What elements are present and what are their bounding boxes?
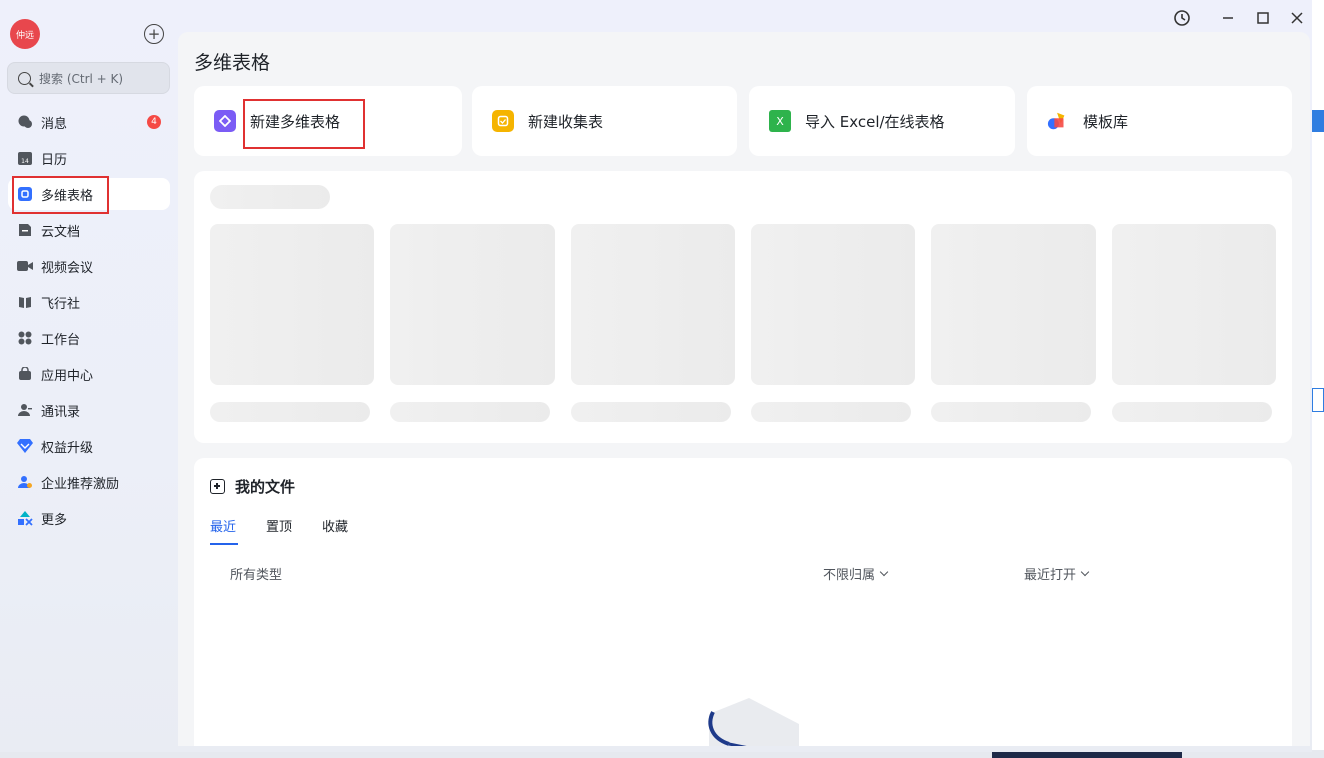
close-icon (1291, 12, 1303, 24)
sidebar-item-label: 工作台 (41, 332, 81, 348)
skeleton-caption (210, 402, 370, 422)
folder-add-icon (210, 479, 225, 494)
minimize-button[interactable] (1218, 8, 1238, 28)
sidebar-item-contacts[interactable]: 通讯录 (8, 394, 170, 426)
owner-filter[interactable]: 不限归属 (823, 564, 889, 583)
type-filter-label: 所有类型 (230, 568, 283, 583)
maximize-icon (1257, 12, 1269, 24)
skeleton-card (751, 224, 915, 385)
background-window-strip (1312, 0, 1324, 758)
my-files-header: 我的文件 (210, 476, 295, 497)
highlight-box (243, 99, 365, 149)
skeleton-caption (390, 402, 550, 422)
sidebar-item-messages[interactable]: 消息 4 (8, 106, 170, 138)
history-button[interactable] (1172, 8, 1192, 28)
plus-icon: + (147, 24, 161, 43)
bitable-icon (214, 110, 236, 132)
skeleton-card (931, 224, 1096, 385)
highlight-box (12, 176, 109, 214)
sidebar-item-label: 视频会议 (41, 260, 94, 276)
skeleton-caption (571, 402, 731, 422)
sidebar-item-label: 消息 (41, 116, 68, 132)
action-label: 模板库 (1083, 112, 1129, 131)
page-title: 多维表格 (194, 52, 271, 74)
action-label: 新建收集表 (528, 112, 604, 131)
sidebar-item-label: 日历 (41, 152, 68, 168)
type-filter[interactable]: 所有类型 (230, 564, 282, 583)
owner-filter-label: 不限归属 (823, 568, 876, 583)
active-tab-indicator (210, 543, 238, 545)
sidebar-item-feixingshe[interactable]: 飞行社 (8, 286, 170, 318)
sort-filter[interactable]: 最近打开 (1024, 564, 1090, 583)
skeleton-caption (1112, 402, 1272, 422)
more-apps-icon (17, 510, 33, 526)
template-library-card[interactable]: 模板库 (1027, 86, 1292, 156)
history-icon (1174, 10, 1190, 26)
sort-filter-label: 最近打开 (1024, 568, 1077, 583)
sidebar-item-label: 企业推荐激励 (41, 476, 120, 492)
skeleton-card (390, 224, 555, 385)
diamond-icon (17, 438, 33, 454)
sidebar-item-more[interactable]: 更多 (8, 502, 170, 534)
my-files-title: 我的文件 (235, 478, 296, 496)
sidebar-item-calendar[interactable]: 14 日历 (8, 142, 170, 174)
sidebar: 仲远 + 搜索 (Ctrl + K) 消息 4 14 日历 多维表格 云文档 视… (0, 0, 178, 752)
background-outline-block (1312, 388, 1324, 412)
tab-pinned[interactable]: 置顶 (266, 516, 292, 535)
background-blue-block (1312, 110, 1324, 132)
search-input[interactable]: 搜索 (Ctrl + K) (7, 62, 170, 94)
sidebar-item-label: 权益升级 (41, 440, 94, 456)
shopping-bag-icon (17, 366, 33, 382)
tab-recent[interactable]: 最近 (210, 516, 236, 535)
sidebar-item-docs[interactable]: 云文档 (8, 214, 170, 246)
contacts-icon (17, 402, 33, 418)
sidebar-item-label: 飞行社 (41, 296, 81, 312)
excel-icon: X (769, 110, 791, 132)
skeleton-card (210, 224, 374, 385)
template-icon (1047, 110, 1069, 132)
search-icon (18, 71, 31, 85)
docs-icon (17, 222, 33, 238)
sidebar-item-workbench[interactable]: 工作台 (8, 322, 170, 354)
unread-badge: 4 (147, 115, 161, 129)
new-form-card[interactable]: 新建收集表 (472, 86, 737, 156)
search-placeholder: 搜索 (Ctrl + K) (39, 71, 124, 86)
user-reward-icon (17, 474, 33, 490)
sidebar-item-label: 云文档 (41, 224, 81, 240)
sidebar-item-video-meeting[interactable]: 视频会议 (8, 250, 170, 282)
avatar-text: 仲远 (15, 30, 34, 41)
app-window: 仲远 + 搜索 (Ctrl + K) 消息 4 14 日历 多维表格 云文档 视… (0, 0, 1312, 752)
chevron-down-icon (1080, 567, 1090, 576)
sidebar-item-label: 通讯录 (41, 404, 81, 420)
sidebar-item-referral[interactable]: 企业推荐激励 (8, 466, 170, 498)
action-label: 导入 Excel/在线表格 (805, 112, 945, 131)
recommendation-skeleton (194, 171, 1292, 443)
sidebar-item-app-center[interactable]: 应用中心 (8, 358, 170, 390)
skeleton-card (571, 224, 735, 385)
form-icon (492, 110, 514, 132)
add-button[interactable]: + (144, 24, 164, 44)
sidebar-item-label: 更多 (41, 512, 68, 528)
chevron-down-icon (879, 567, 889, 576)
my-files-section: 我的文件 最近 置顶 收藏 所有类型 不限归属 最近打开 (194, 458, 1292, 746)
maximize-button[interactable] (1253, 8, 1273, 28)
chat-icon (17, 114, 33, 130)
book-icon (17, 294, 33, 310)
video-camera-icon (17, 258, 33, 274)
close-button[interactable] (1287, 8, 1307, 28)
grid-icon (17, 330, 33, 346)
import-excel-card[interactable]: X 导入 Excel/在线表格 (749, 86, 1015, 156)
sidebar-item-label: 应用中心 (41, 368, 94, 384)
skeleton-caption (751, 402, 911, 422)
skeleton-title (210, 185, 330, 209)
skeleton-card (1112, 224, 1276, 385)
avatar[interactable]: 仲远 (10, 19, 40, 49)
minimize-icon (1223, 17, 1233, 19)
calendar-icon: 14 (17, 150, 33, 166)
skeleton-caption (931, 402, 1091, 422)
tab-favorites[interactable]: 收藏 (322, 516, 348, 535)
empty-state-illustration (708, 698, 799, 746)
sidebar-item-upgrade[interactable]: 权益升级 (8, 430, 170, 462)
